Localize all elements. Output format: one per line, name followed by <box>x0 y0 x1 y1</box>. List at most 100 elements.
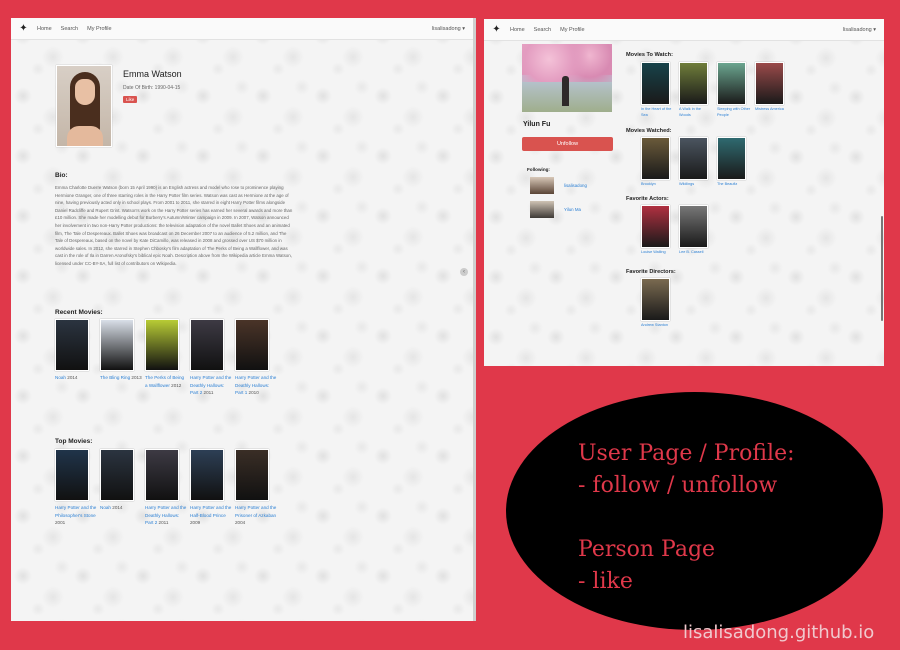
user-menu[interactable]: lisalisadong ▾ <box>843 27 876 33</box>
person-photo <box>56 65 112 147</box>
to_watch-caption[interactable]: Sleeping with Other People <box>717 107 751 118</box>
like-button[interactable]: Like <box>123 96 138 103</box>
movie-year: 2001 <box>55 520 66 526</box>
movie-title-link[interactable]: Harry Potter and the Half-Blood Prince <box>190 505 231 518</box>
nav-my-profile[interactable]: My Profile <box>560 27 584 33</box>
movie-title-link[interactable]: Noah <box>100 505 111 510</box>
chevron-left-icon[interactable]: ‹ <box>460 268 468 276</box>
movie-year: 2010 <box>248 390 259 396</box>
watched-poster[interactable] <box>679 137 708 180</box>
watched-link[interactable]: The Beaufiz <box>717 182 737 186</box>
movie-year: 2013 <box>131 375 142 380</box>
profile-name: Yilun Fu <box>523 121 551 128</box>
movie-poster[interactable] <box>235 449 269 501</box>
movie-poster[interactable] <box>190 449 224 501</box>
watched-caption[interactable]: The Beaufiz <box>717 182 751 188</box>
bio-heading: Bio: <box>55 172 68 179</box>
actors-link[interactable]: Lee B. Cassell <box>679 250 703 254</box>
movie-poster[interactable] <box>145 319 179 371</box>
favorite-actors-heading: Favorite Actors: <box>626 196 669 202</box>
recent-movies-heading: Recent Movies: <box>55 309 103 316</box>
movie-caption: Harry Potter and the Deathly Hallows: Pa… <box>145 504 187 527</box>
actors-poster[interactable] <box>641 205 670 248</box>
to_watch-poster[interactable] <box>641 62 670 105</box>
movie-year: 2011 <box>158 520 169 526</box>
nav-my-profile[interactable]: My Profile <box>87 26 111 32</box>
movie-poster[interactable] <box>190 319 224 371</box>
avatar[interactable] <box>530 177 554 194</box>
movie-year: 2014 <box>67 375 78 380</box>
movies-watched-heading: Movies Watched: <box>626 128 672 134</box>
movie-caption: Harry Potter and the Half-Blood Prince 2… <box>190 504 232 527</box>
directors-poster[interactable] <box>641 278 670 321</box>
navbar: ✦ Home Search My Profile lisalisadong ▾ <box>11 18 473 40</box>
following-user-link[interactable]: lisalisadong <box>564 183 587 188</box>
movie-caption: Harry Potter and the Deathly Hallows: Pa… <box>190 374 232 397</box>
movie-title-link[interactable]: Harry Potter and the Philosopher's Stone <box>55 505 96 518</box>
watched-caption[interactable]: Wildlings <box>679 182 713 188</box>
to_watch-poster[interactable] <box>679 62 708 105</box>
movie-caption: The Perks of Being a Wallflower 2012 <box>145 374 187 389</box>
to_watch-caption[interactable]: A Walk in the Woods <box>679 107 713 118</box>
actors-caption[interactable]: Louise Walling <box>641 250 675 256</box>
movie-poster[interactable] <box>55 319 89 371</box>
nav-home[interactable]: Home <box>510 27 525 33</box>
date-of-birth: Date Of Birth: 1990-04-15 <box>123 85 181 91</box>
actors-link[interactable]: Louise Walling <box>641 250 666 254</box>
movie-title-link[interactable]: Noah <box>55 375 66 380</box>
movie-poster[interactable] <box>100 449 134 501</box>
top-movies-heading: Top Movies: <box>55 438 93 445</box>
nav-search[interactable]: Search <box>534 27 551 33</box>
to_watch-poster[interactable] <box>755 62 784 105</box>
note-line-2: - follow / unfollow <box>578 473 778 498</box>
movies-to-watch-heading: Movies To Watch: <box>626 52 673 58</box>
following-user-link[interactable]: Yilun Ma <box>564 207 581 212</box>
following-heading: Following: <box>527 167 550 172</box>
movie-caption: The Bling Ring 2013 <box>100 374 142 382</box>
unfollow-button[interactable]: Unfollow <box>522 137 613 151</box>
actors-caption[interactable]: Lee B. Cassell <box>679 250 713 256</box>
watched-poster[interactable] <box>641 137 670 180</box>
watched-poster[interactable] <box>717 137 746 180</box>
to_watch-link[interactable]: In the Heart of the Sea <box>641 107 671 117</box>
to_watch-link[interactable]: Mistress America <box>755 107 784 111</box>
movie-title-link[interactable]: Harry Potter and the Prisoner of Azkaban <box>235 505 276 518</box>
nav-search[interactable]: Search <box>61 26 78 32</box>
navbar: ✦ Home Search My Profile lisalisadong ▾ <box>484 19 884 41</box>
movie-poster[interactable] <box>100 319 134 371</box>
watched-link[interactable]: Brooklyn <box>641 182 656 186</box>
logo-icon[interactable]: ✦ <box>18 23 29 34</box>
user-menu[interactable]: lisalisadong ▾ <box>432 26 465 32</box>
to_watch-caption[interactable]: In the Heart of the Sea <box>641 107 675 118</box>
scrollbar[interactable] <box>473 503 476 621</box>
movie-year: 2004 <box>235 520 246 526</box>
to_watch-link[interactable]: A Walk in the Woods <box>679 107 701 117</box>
watched-caption[interactable]: Brooklyn <box>641 182 675 188</box>
scrollbar[interactable] <box>881 216 883 321</box>
movie-poster[interactable] <box>145 449 179 501</box>
watched-link[interactable]: Wildlings <box>679 182 694 186</box>
logo-icon[interactable]: ✦ <box>491 24 502 35</box>
actors-poster[interactable] <box>679 205 708 248</box>
movie-caption: Noah 2014 <box>100 504 142 512</box>
to_watch-poster[interactable] <box>717 62 746 105</box>
movie-title-link[interactable]: The Bling Ring <box>100 375 130 380</box>
movie-year: 2009 <box>190 520 201 526</box>
annotation-oval <box>506 392 883 630</box>
movie-year: 2014 <box>112 505 123 510</box>
note-line-3: Person Page <box>578 537 716 562</box>
to_watch-caption[interactable]: Mistress America <box>755 107 789 113</box>
movie-caption: Harry Potter and the Philosopher's Stone… <box>55 504 97 527</box>
nav-home[interactable]: Home <box>37 26 52 32</box>
profile-photo <box>522 44 612 112</box>
note-line-4: - like <box>578 569 633 594</box>
movie-poster[interactable] <box>235 319 269 371</box>
movie-caption: Noah 2014 <box>55 374 97 382</box>
bio-text: Emma Charlotte Duerre Watson (born 15 Ap… <box>55 185 293 266</box>
to_watch-link[interactable]: Sleeping with Other People <box>717 107 750 117</box>
avatar[interactable] <box>530 201 554 218</box>
directors-caption[interactable]: Andrew Stanton <box>641 323 675 329</box>
person-page-window: ✦ Home Search My Profile lisalisadong ▾ … <box>11 18 476 621</box>
directors-link[interactable]: Andrew Stanton <box>641 323 668 327</box>
movie-poster[interactable] <box>55 449 89 501</box>
